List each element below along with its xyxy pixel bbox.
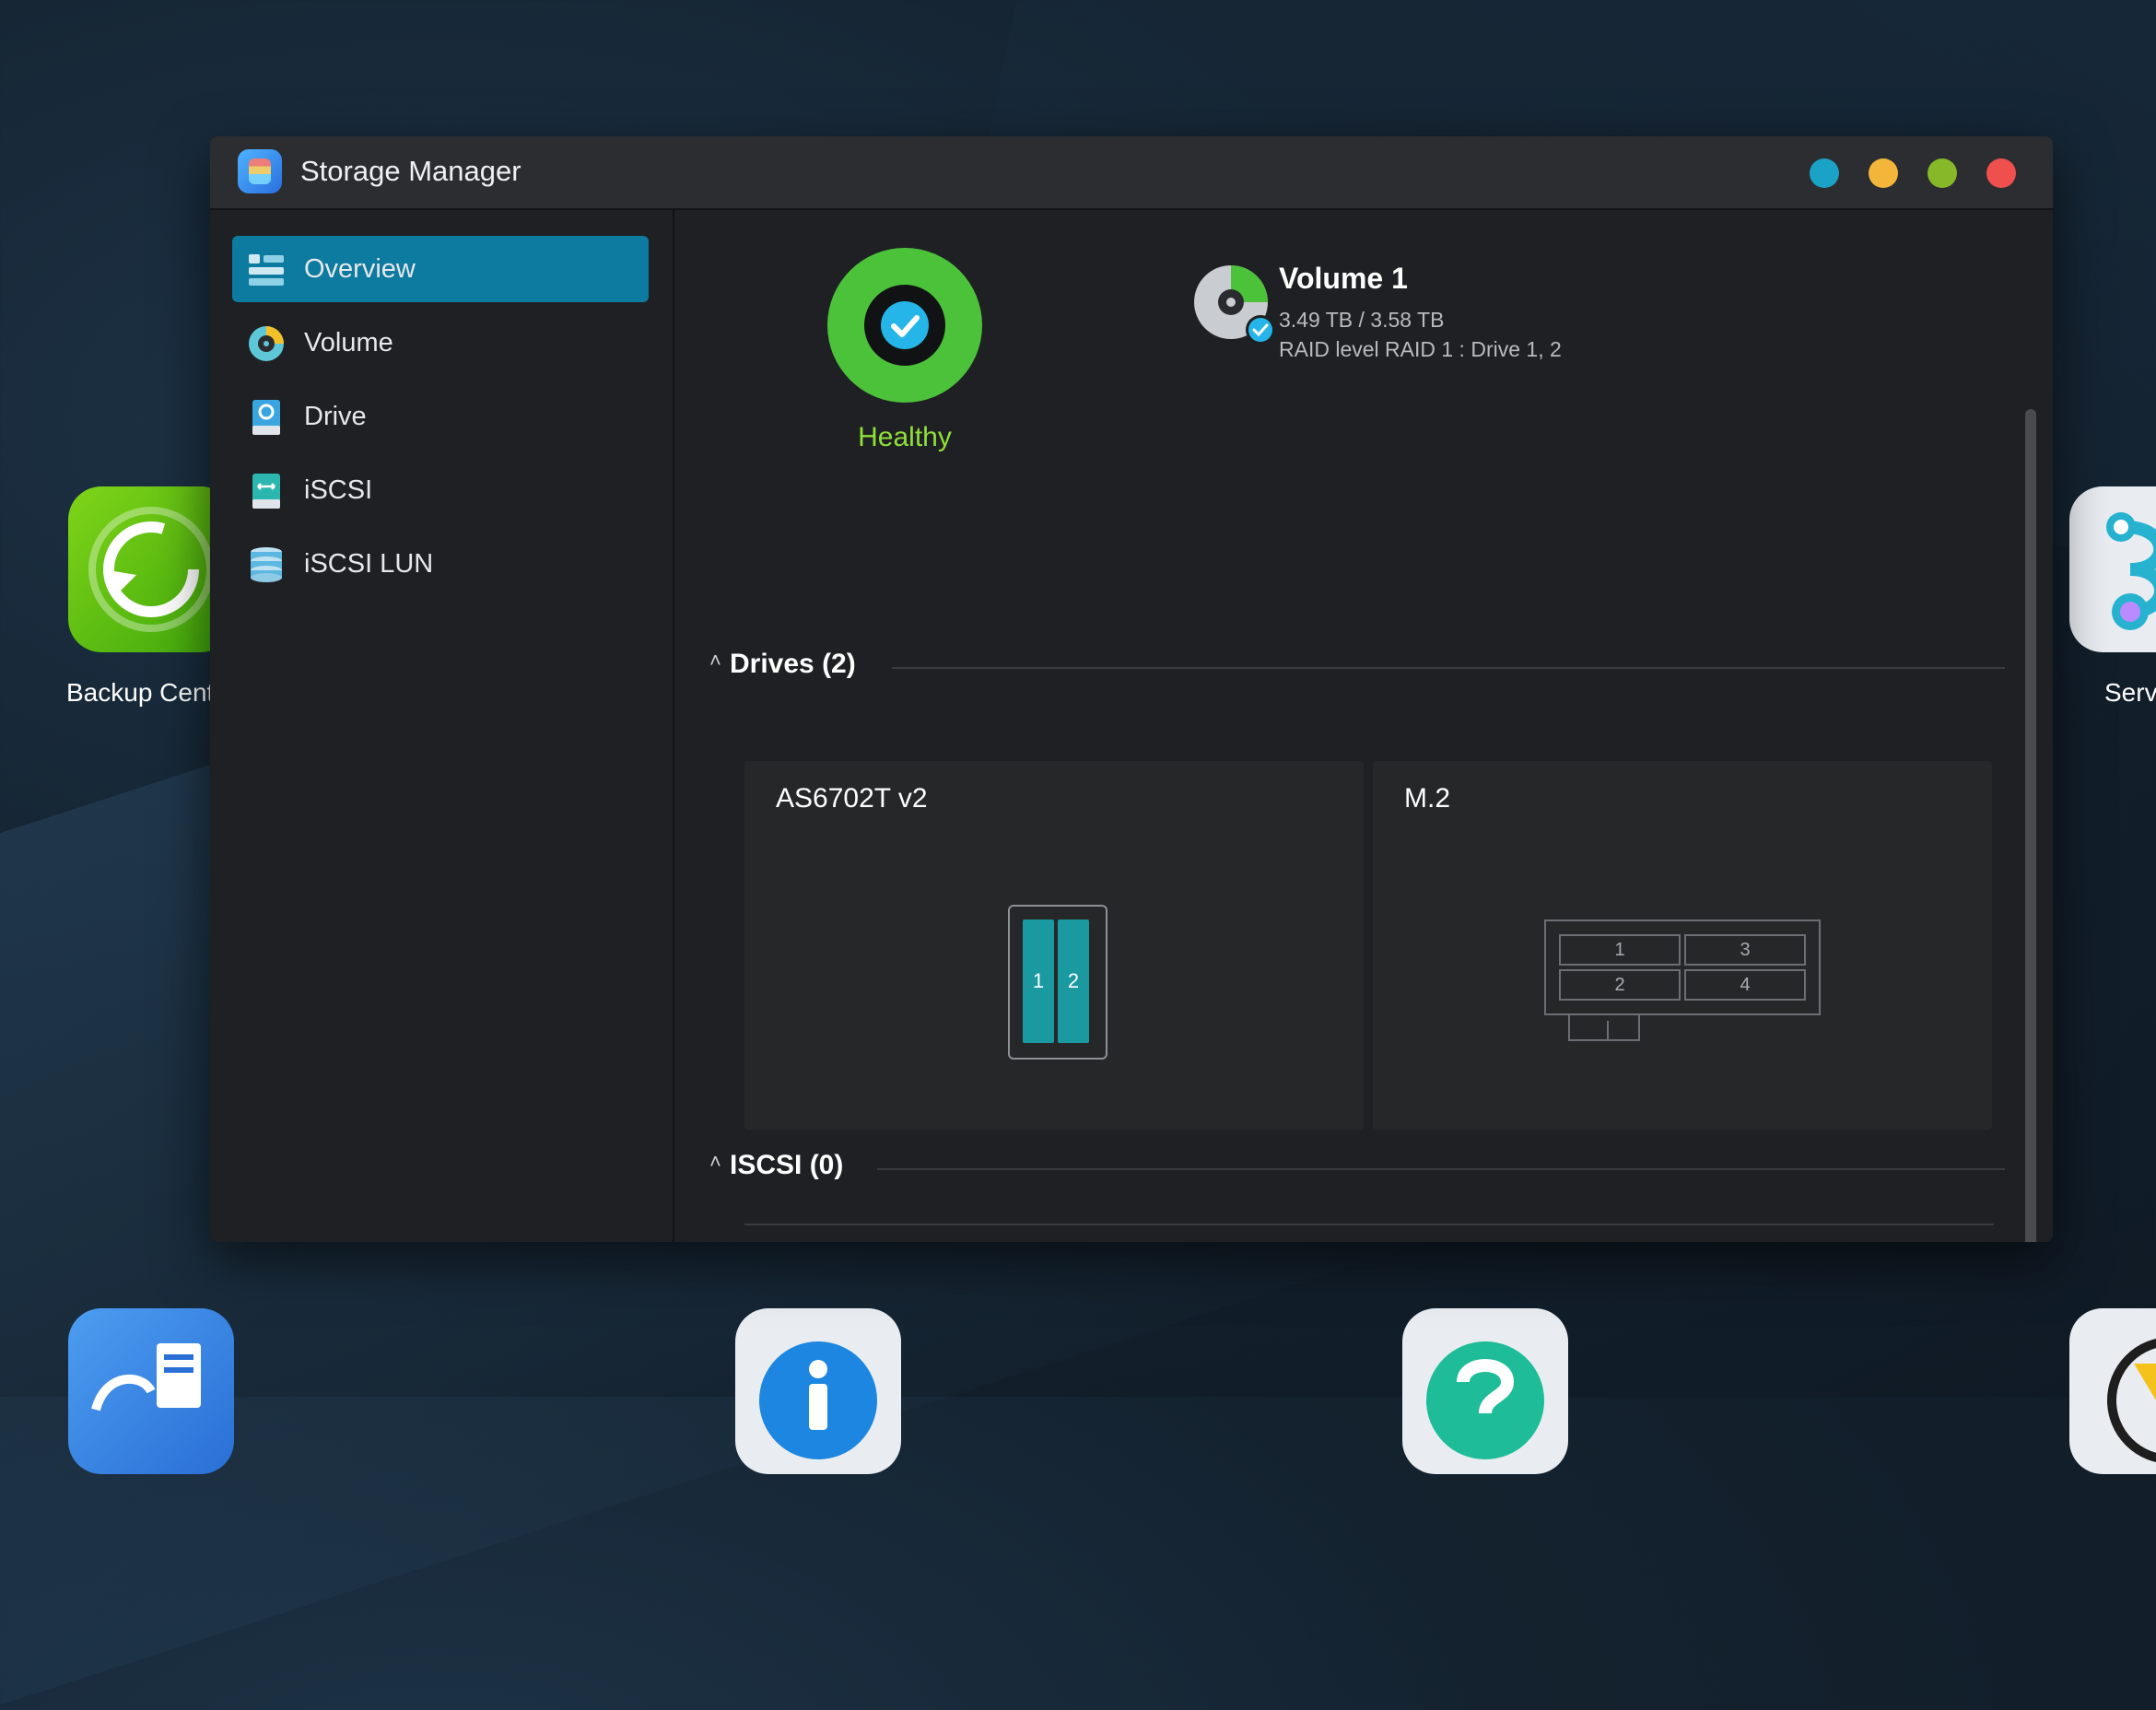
sidebar-label-overview: Overview [304,254,416,284]
services-desktop-icon[interactable] [2069,486,2156,652]
m2-board-diagram: 1 3 2 4 [1544,919,1821,1041]
volume-name[interactable]: Volume 1 [1279,262,1408,296]
iscsi-divider [877,1168,2005,1170]
sidebar-label-volume: Volume [304,328,393,357]
drive-icon [252,400,280,435]
drives-collapse-chevron-icon[interactable]: ˄ [709,649,721,673]
drive-bay-1[interactable]: 1 [1023,919,1054,1043]
sidebar-item-drive[interactable]: Drive [232,383,649,450]
m2-slot-2[interactable]: 2 [1559,969,1681,1001]
health-status-text: Healthy [858,422,952,452]
backup-center-desktop-icon[interactable] [68,486,234,652]
volume-raid-info: RAID level RAID 1 : Drive 1, 2 [1279,337,1562,361]
sidebar: Overview Volume Drive iSCSI iSCSI LUN [210,210,674,1242]
drives-divider [892,667,2005,669]
sidebar-item-overview[interactable]: Overview [232,236,649,302]
m2-connector [1568,1013,1640,1041]
drive-card-nas[interactable]: AS6702T v2 1 2 [744,761,1364,1130]
sidebar-label-iscsi-lun: iSCSI LUN [304,549,434,579]
minimize-button[interactable] [1869,158,1898,188]
volume-icon [249,326,284,361]
sidebar-item-iscsi[interactable]: iSCSI [232,457,649,523]
window-title: Storage Manager [300,155,521,187]
volume-usage: 3.49 TB / 3.58 TB [1279,308,1445,332]
iscsi-card-edge [744,1224,1994,1225]
iscsi-icon [252,474,280,509]
server-icon [91,1343,201,1411]
backup-center-label: Backup Centr [66,678,223,707]
badge-icon [2107,1338,2156,1463]
title-bar[interactable]: Storage Manager [210,136,2053,210]
drive-bay-2[interactable]: 2 [1058,919,1089,1043]
iscsi-collapse-chevron-icon[interactable]: ˄ [709,1150,721,1174]
m2-notch [1607,1021,1631,1041]
backup-refresh-icon [88,507,214,632]
volume-disk-icon [1194,265,1275,345]
iscsi-lun-icon [251,547,282,582]
sidebar-item-iscsi-lun[interactable]: iSCSI LUN [232,531,649,597]
m2-slot-3[interactable]: 3 [1684,934,1806,966]
overview-icon [249,254,284,286]
storage-manager-app-icon [238,149,282,193]
health-status-icon [827,248,982,403]
m2-card-title: M.2 [1404,783,1451,814]
storage-manager-window: Storage Manager Overview Volume Drive iS… [210,136,2053,1242]
services-node-icon [2106,512,2156,630]
info-icon [759,1341,877,1459]
sidebar-item-volume[interactable]: Volume [232,310,649,376]
sidebar-label-drive: Drive [304,402,367,431]
nas-bay-diagram: 1 2 [1008,905,1107,1060]
partial-desktop-icon[interactable] [2069,1308,2156,1474]
m2-slot-1[interactable]: 1 [1559,934,1681,966]
overview-panel: Healthy Volume 1 3.49 TB / 3.58 TB RAID … [674,210,2053,1242]
drive-card-title: AS6702T v2 [776,783,928,814]
drive-card-m2[interactable]: M.2 1 3 2 4 [1373,761,1992,1130]
maximize-button[interactable] [1928,158,1957,188]
info-desktop-icon[interactable] [735,1308,901,1474]
help-desktop-icon[interactable] [1402,1308,1568,1474]
iscsi-section-header[interactable]: ISCSI (0) [730,1150,843,1181]
sidebar-label-iscsi: iSCSI [304,475,373,505]
help-question-icon [1426,1341,1544,1459]
main-scrollbar[interactable] [2025,409,2036,1242]
drives-section-header[interactable]: Drives (2) [730,649,856,680]
close-button[interactable] [1986,158,2016,188]
server-desktop-icon[interactable] [68,1308,234,1474]
services-label: Serv [2104,678,2156,707]
info-button[interactable] [1810,158,1839,188]
m2-slot-4[interactable]: 4 [1684,969,1806,1001]
